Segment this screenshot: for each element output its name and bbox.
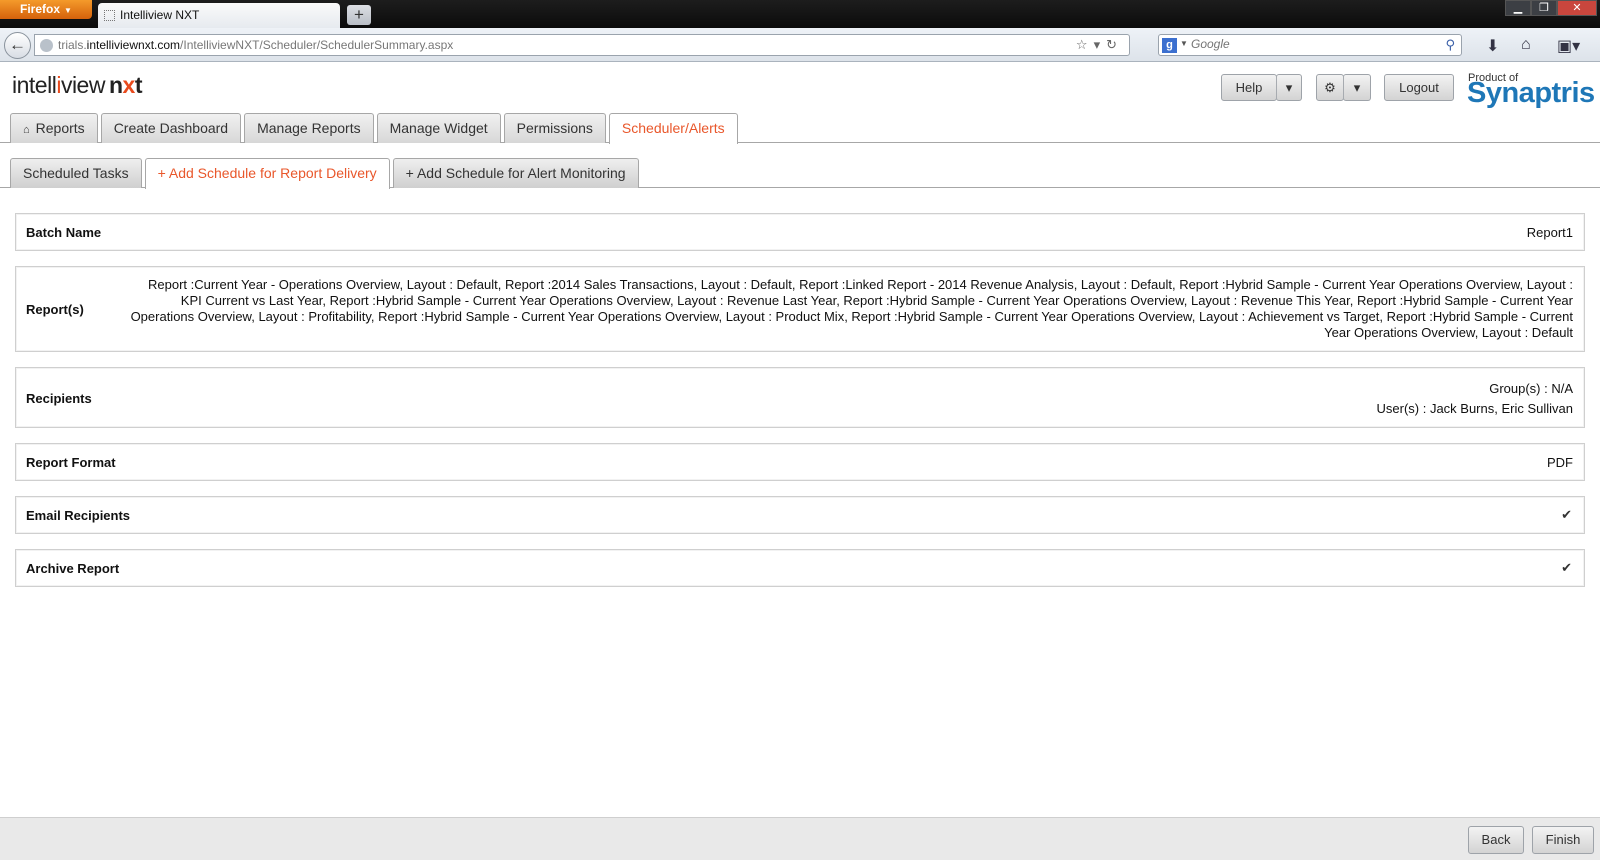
browser-titlebar: Firefox ▼ Intelliview NXT + ▁ ❐ ✕ bbox=[0, 0, 1600, 28]
batch-name-panel: Batch Name Report1 bbox=[15, 213, 1585, 251]
sub-tabs: Scheduled Tasks + Add Schedule for Repor… bbox=[10, 158, 639, 189]
intelliview-logo: intelliview nxt bbox=[12, 72, 142, 98]
bookmarks-icon[interactable]: ▣▾ bbox=[1557, 36, 1580, 56]
back-button[interactable]: Back bbox=[1468, 826, 1524, 854]
archive-report-panel: Archive Report ✔ bbox=[15, 549, 1585, 587]
recipients-label: Recipients bbox=[26, 391, 92, 406]
recipients-panel: Recipients Group(s) : N/A User(s) : Jack… bbox=[15, 367, 1585, 428]
tab-manage-reports[interactable]: Manage Reports bbox=[244, 113, 374, 143]
archive-report-label: Archive Report bbox=[26, 561, 120, 576]
globe-icon bbox=[40, 39, 53, 52]
report-format-panel: Report Format PDF bbox=[15, 443, 1585, 481]
logout-button[interactable]: Logout bbox=[1384, 74, 1454, 101]
footer-bar: Back Finish bbox=[0, 817, 1600, 860]
settings-button[interactable]: ⚙ bbox=[1316, 74, 1344, 101]
tab-reports[interactable]: ⌂ Reports bbox=[10, 113, 98, 143]
maximize-icon[interactable]: ❐ bbox=[1531, 0, 1557, 16]
tab-add-schedule-report-delivery[interactable]: + Add Schedule for Report Delivery bbox=[144, 158, 390, 189]
tab-scheduled-tasks[interactable]: Scheduled Tasks bbox=[10, 158, 142, 188]
bookmark-star-icon[interactable]: ☆▾↻ bbox=[1076, 37, 1123, 53]
tab-add-schedule-alert-monitoring[interactable]: + Add Schedule for Alert Monitoring bbox=[392, 158, 639, 188]
browser-tab[interactable]: Intelliview NXT bbox=[98, 3, 340, 28]
finish-button[interactable]: Finish bbox=[1532, 826, 1594, 854]
close-icon[interactable]: ✕ bbox=[1557, 0, 1597, 16]
search-icon[interactable]: ⚲ bbox=[1445, 37, 1455, 53]
synaptris-logo: Synaptris bbox=[1467, 77, 1595, 109]
tab-create-dashboard[interactable]: Create Dashboard bbox=[100, 113, 242, 143]
page-favicon-icon bbox=[104, 10, 115, 21]
reports-value: Report :Current Year - Operations Overvi… bbox=[130, 277, 1573, 340]
chevron-down-icon: ▼ bbox=[64, 6, 72, 15]
main-tabs: ⌂ Reports Create Dashboard Manage Reports… bbox=[10, 113, 738, 144]
groups-value: Group(s) : N/A bbox=[1489, 381, 1573, 396]
help-button[interactable]: Help bbox=[1221, 74, 1277, 101]
tab-permissions[interactable]: Permissions bbox=[503, 113, 606, 143]
browser-navbar: ← trials.intelliviewnxt.com/IntelliviewN… bbox=[0, 28, 1600, 62]
report-format-value: PDF bbox=[1547, 455, 1573, 470]
reports-panel: Report(s) Report :Current Year - Operati… bbox=[15, 266, 1585, 352]
download-icon[interactable]: ⬇ bbox=[1486, 36, 1499, 56]
batch-name-value: Report1 bbox=[1526, 225, 1573, 240]
chevron-down-icon: ▾ bbox=[1285, 80, 1293, 95]
firefox-menu-button[interactable]: Firefox ▼ bbox=[0, 0, 92, 19]
chevron-down-icon[interactable]: ▼ bbox=[1180, 39, 1188, 48]
batch-name-label: Batch Name bbox=[26, 225, 102, 240]
home-icon: ⌂ bbox=[23, 124, 30, 136]
gear-icon: ⚙ bbox=[1324, 80, 1336, 95]
settings-dropdown-button[interactable]: ▾ bbox=[1343, 74, 1371, 101]
report-format-label: Report Format bbox=[26, 455, 116, 470]
url-text: trials.intelliviewnxt.com/IntelliviewNXT… bbox=[58, 38, 454, 52]
email-recipients-panel: Email Recipients ✔ bbox=[15, 496, 1585, 534]
browser-tab-title: Intelliview NXT bbox=[120, 8, 200, 22]
home-icon[interactable]: ⌂ bbox=[1521, 36, 1531, 54]
checkmark-icon: ✔ bbox=[1561, 507, 1572, 522]
search-input[interactable] bbox=[1191, 37, 1431, 51]
new-tab-button[interactable]: + bbox=[347, 5, 371, 25]
tab-manage-widget[interactable]: Manage Widget bbox=[376, 113, 501, 143]
help-dropdown-button[interactable]: ▾ bbox=[1276, 74, 1302, 101]
minimize-icon[interactable]: ▁ bbox=[1505, 0, 1531, 16]
checkmark-icon: ✔ bbox=[1561, 560, 1572, 575]
back-arrow-icon[interactable]: ← bbox=[4, 32, 31, 59]
reports-label: Report(s) bbox=[26, 302, 84, 317]
chevron-down-icon: ▾ bbox=[1353, 80, 1361, 95]
address-bar[interactable]: trials.intelliviewnxt.com/IntelliviewNXT… bbox=[34, 34, 1130, 56]
users-value: User(s) : Jack Burns, Eric Sullivan bbox=[1376, 401, 1574, 416]
google-icon[interactable]: g bbox=[1162, 38, 1177, 53]
search-bar[interactable]: g ▼ ⚲ bbox=[1158, 34, 1462, 56]
tab-scheduler-alerts[interactable]: Scheduler/Alerts bbox=[608, 113, 738, 144]
email-recipients-label: Email Recipients bbox=[26, 508, 131, 523]
